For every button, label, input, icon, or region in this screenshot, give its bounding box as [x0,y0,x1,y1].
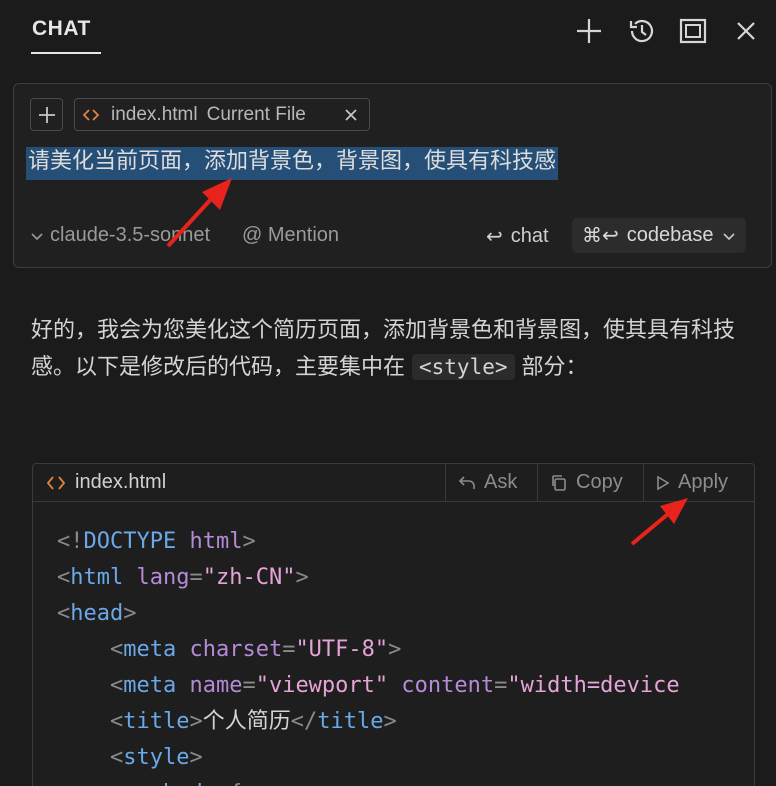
shortcut-label: ⌘↩ [582,225,619,247]
history-button[interactable] [627,16,657,46]
code-block-header: index.html Ask Copy Apply [33,464,754,502]
chat-submit-button[interactable]: ↩ chat [486,224,549,249]
undo-icon [458,475,475,489]
apply-label: Apply [678,471,729,493]
inline-code: <style> [412,354,515,380]
code-block: index.html Ask Copy Apply <!DOCTYPE html… [32,463,755,786]
assistant-response: 好的，我会为您美化这个简历页面，添加背景色和背景图，使其具有科技感。以下是修改后… [31,313,743,386]
code-line: <title>个人简历</title> [109,709,397,734]
copy-icon [552,474,566,491]
plus-icon [38,106,55,123]
play-icon [657,475,670,490]
code-file-name: index.html [75,471,167,493]
enter-icon: ↩ [486,226,503,248]
codebase-label: codebase [626,224,714,246]
codebase-submit-button[interactable]: ⌘↩ codebase [572,218,746,253]
code-line: <head> [57,601,137,626]
context-file-chip[interactable]: index.html Current File [74,98,370,131]
code-line: <html lang="zh-CN"> [57,565,309,590]
code-file-icon [47,475,65,490]
code-line: <meta charset="UTF-8"> [109,637,402,662]
code-line: body { [57,781,242,786]
tab-active-indicator [31,52,101,54]
chat-header: CHAT [0,0,776,62]
chat-input-box[interactable]: index.html Current File 请美化当前页面，添加背景色，背景… [13,83,772,268]
tab-chat[interactable]: CHAT [32,17,91,41]
input-footer: claude-3.5-sonnet @ Mention ↩ chat ⌘↩ co… [14,218,771,254]
copy-label: Copy [576,471,623,493]
chip-file-name: index.html [111,103,198,125]
response-text: 好的，我会为您美化这个简历页面，添加背景色和背景图，使其具有科技感。以下是修改后… [31,318,736,380]
plus-icon [577,19,601,43]
code-line: <!DOCTYPE html> [57,529,256,554]
ask-button[interactable]: Ask [445,464,537,501]
chat-label: chat [510,225,549,247]
code-content: <!DOCTYPE html> <html lang="zh-CN"> <hea… [57,524,680,786]
response-text-tail: 部分： [514,355,588,380]
ask-label: Ask [484,471,518,493]
chip-file-tag: Current File [206,103,306,125]
add-context-button[interactable] [30,98,63,131]
close-icon[interactable] [343,107,359,123]
prompt-text[interactable]: 请美化当前页面，添加背景色，背景图，使具有科技感 [26,147,559,180]
code-file-icon [83,108,99,121]
new-chat-button[interactable] [574,16,604,46]
apply-button[interactable]: Apply [643,464,754,501]
code-file-label: index.html [47,471,166,494]
chevron-down-icon [722,232,735,240]
code-line: <style> [109,745,203,770]
model-name: claude-3.5-sonnet [50,224,211,246]
model-selector[interactable]: claude-3.5-sonnet [30,224,210,247]
code-line: <meta name="viewport" content="width=dev… [109,673,680,698]
close-button[interactable] [731,16,761,46]
mention-button[interactable]: @ Mention [242,224,339,247]
chevron-down-icon [31,232,43,240]
maximize-button[interactable] [678,16,708,46]
close-icon [737,22,755,40]
maximize-icon [679,18,707,44]
history-icon [629,19,654,43]
copy-button[interactable]: Copy [537,464,643,501]
